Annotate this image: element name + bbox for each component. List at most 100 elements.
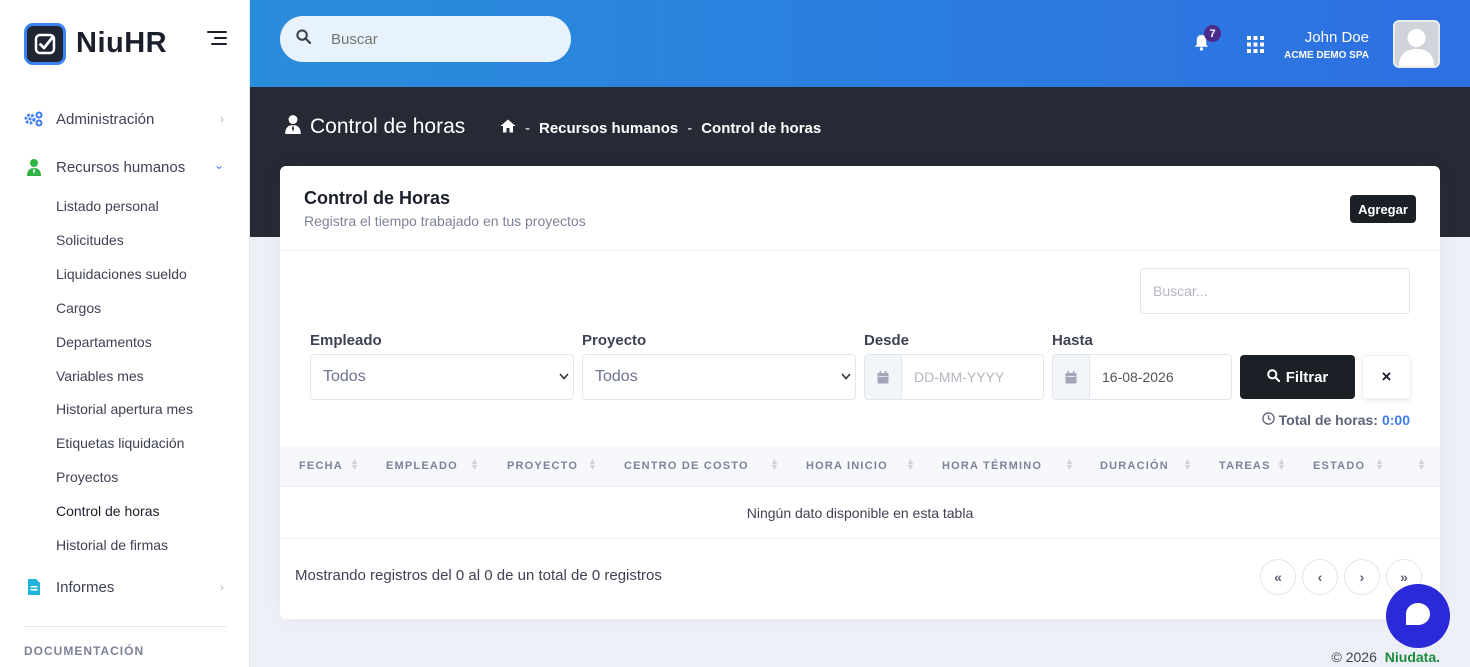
column-hora-termino[interactable]: HORA TÉRMINO — [942, 460, 1042, 472]
column-proyecto[interactable]: PROYECTO — [507, 460, 578, 472]
breadcrumb: - Recursos humanos - Control de horas — [500, 119, 821, 137]
desde-label: Desde — [864, 332, 910, 349]
user-tie-icon — [284, 114, 302, 140]
card-title: Control de Horas — [304, 188, 451, 208]
breadcrumb-separator: - — [525, 119, 530, 137]
sidebar-section-title: DOCUMENTACIÓN — [24, 644, 145, 658]
submenu-item-control-de-horas[interactable]: Control de horas — [56, 503, 160, 519]
proyecto-select-value: Todos — [595, 368, 638, 385]
previous-page-button[interactable]: ‹ — [1302, 559, 1338, 595]
hasta-date-field[interactable] — [1052, 354, 1232, 400]
column-fecha[interactable]: FECHA — [299, 460, 343, 472]
empleado-select[interactable]: Todos — [310, 354, 574, 400]
topbar: 7 John Doe ACME DEMO SPA — [250, 0, 1470, 87]
submenu-item-cargos[interactable]: Cargos — [56, 300, 101, 316]
hasta-date-input[interactable] — [1090, 369, 1220, 385]
column-hora-inicio[interactable]: HORA INICIO — [806, 460, 888, 472]
column-empleado[interactable]: EMPLEADO — [386, 460, 458, 472]
gears-icon — [24, 110, 44, 128]
sort-icon: ▲ ▼ — [906, 456, 915, 472]
submenu-item-variables-mes[interactable]: Variables mes — [56, 368, 144, 384]
chat-bubble-icon — [1405, 602, 1431, 631]
home-icon[interactable] — [500, 119, 516, 137]
proyecto-select[interactable]: Todos — [582, 354, 856, 400]
search-icon — [296, 29, 312, 49]
submenu-item-proyectos[interactable]: Proyectos — [56, 469, 118, 485]
sidebar-item-label: Administración — [56, 110, 155, 128]
page-title-text: Control de horas — [310, 115, 466, 138]
submenu-item-departamentos[interactable]: Departamentos — [56, 334, 152, 350]
next-page-button[interactable]: › — [1344, 559, 1380, 595]
hasta-label: Hasta — [1052, 332, 1093, 349]
empleado-label: Empleado — [310, 332, 382, 349]
submenu-item-historial-de-firmas[interactable]: Historial de firmas — [56, 537, 168, 553]
submenu-item-etiquetas-liquidacion[interactable]: Etiquetas liquidación — [56, 435, 184, 451]
empty-table-message: Ningún dato disponible en esta tabla — [280, 487, 1440, 539]
global-search[interactable] — [280, 16, 571, 62]
calendar-icon — [865, 355, 902, 399]
clear-filters-button[interactable]: × — [1362, 355, 1411, 399]
card-header: Control de Horas Registra el tiempo trab… — [280, 166, 1440, 251]
sort-icon: ▲ ▼ — [1065, 456, 1074, 472]
desde-date-input[interactable] — [902, 369, 1032, 385]
submenu-item-listado-personal[interactable]: Listado personal — [56, 198, 159, 214]
table-search-input[interactable] — [1140, 268, 1410, 314]
sidebar: NiuHR Administración › Recursos humanos … — [0, 0, 250, 667]
calendar-icon — [1053, 355, 1090, 399]
footer: © 2026 Niudata. — [1332, 649, 1440, 665]
sidebar-item-informes[interactable]: Informes › — [0, 572, 249, 602]
chevron-right-icon: › — [220, 580, 224, 594]
chat-launcher-button[interactable] — [1386, 584, 1450, 648]
add-button[interactable]: Agregar — [1350, 195, 1416, 223]
column-centro-de-costo[interactable]: CENTRO DE COSTO — [624, 460, 749, 472]
brand: NiuHR — [0, 0, 249, 87]
column-duracion[interactable]: DURACIÓN — [1100, 460, 1169, 472]
footer-brand-link[interactable]: Niudata. — [1385, 649, 1440, 665]
niuhr-logo-icon[interactable] — [24, 22, 66, 65]
chevron-down-icon — [841, 371, 851, 383]
table-header: FECHA ▲ ▼ EMPLEADO ▲ ▼ PROYECTO ▲ ▼ CENTRO … — [280, 446, 1440, 487]
sort-icon: ▲ ▼ — [1375, 456, 1384, 472]
user-company: ACME DEMO SPA — [1284, 50, 1369, 61]
breadcrumb-separator: - — [687, 119, 693, 137]
menu-toggle-icon[interactable] — [207, 31, 227, 49]
apps-grid-icon[interactable] — [1247, 36, 1264, 58]
footer-copyright: © 2026 — [1331, 649, 1377, 665]
pagination-info: Mostrando registros del 0 al 0 de un tot… — [295, 567, 662, 584]
submenu-item-liquidaciones-sueldo[interactable]: Liquidaciones sueldo — [56, 266, 187, 282]
sort-icon: ▲ ▼ — [1277, 456, 1286, 472]
sidebar-item-label: Informes — [56, 578, 115, 596]
control-horas-card: Control de Horas Registra el tiempo trab… — [280, 166, 1440, 619]
search-icon — [1266, 368, 1280, 386]
submenu-item-solicitudes[interactable]: Solicitudes — [56, 232, 124, 248]
total-hours-label: Total de horas: — [1278, 412, 1378, 428]
submenu-item-historial-apertura-mes[interactable]: Historial apertura mes — [56, 401, 193, 417]
chevron-right-icon: › — [220, 112, 224, 126]
global-search-input[interactable] — [331, 30, 531, 48]
sort-icon: ▲ ▼ — [470, 456, 479, 472]
breadcrumb-recursos-humanos[interactable]: Recursos humanos — [539, 120, 678, 137]
sort-icon: ▲ ▼ — [588, 456, 597, 472]
sort-icon: ▲ ▼ — [1417, 456, 1426, 472]
sidebar-item-recursos-humanos[interactable]: Recursos humanos ⌄ — [0, 152, 249, 182]
user-tie-icon — [24, 158, 44, 176]
desde-date-field[interactable] — [864, 354, 1044, 400]
clock-icon — [1261, 412, 1275, 428]
sidebar-item-administracion[interactable]: Administración › — [0, 104, 249, 134]
proyecto-label: Proyecto — [582, 332, 647, 349]
sidebar-item-label: Recursos humanos — [56, 158, 186, 176]
filter-button-label: Filtrar — [1285, 368, 1329, 386]
avatar[interactable] — [1393, 20, 1440, 68]
column-estado[interactable]: ESTADO — [1313, 460, 1365, 472]
brand-name: NiuHR — [76, 27, 168, 59]
column-tareas[interactable]: TAREAS — [1219, 460, 1271, 472]
chevron-down-icon — [559, 371, 569, 383]
breadcrumb-control-de-horas[interactable]: Control de horas — [701, 120, 821, 137]
first-page-button[interactable]: « — [1260, 559, 1296, 595]
sort-icon: ▲ ▼ — [770, 456, 779, 472]
sidebar-divider — [24, 626, 226, 627]
notifications-badge: 7 — [1204, 25, 1221, 42]
filter-button[interactable]: Filtrar — [1240, 355, 1355, 399]
total-hours: Total de horas: 0:00 — [1261, 412, 1410, 428]
user-name[interactable]: John Doe — [1305, 29, 1369, 46]
